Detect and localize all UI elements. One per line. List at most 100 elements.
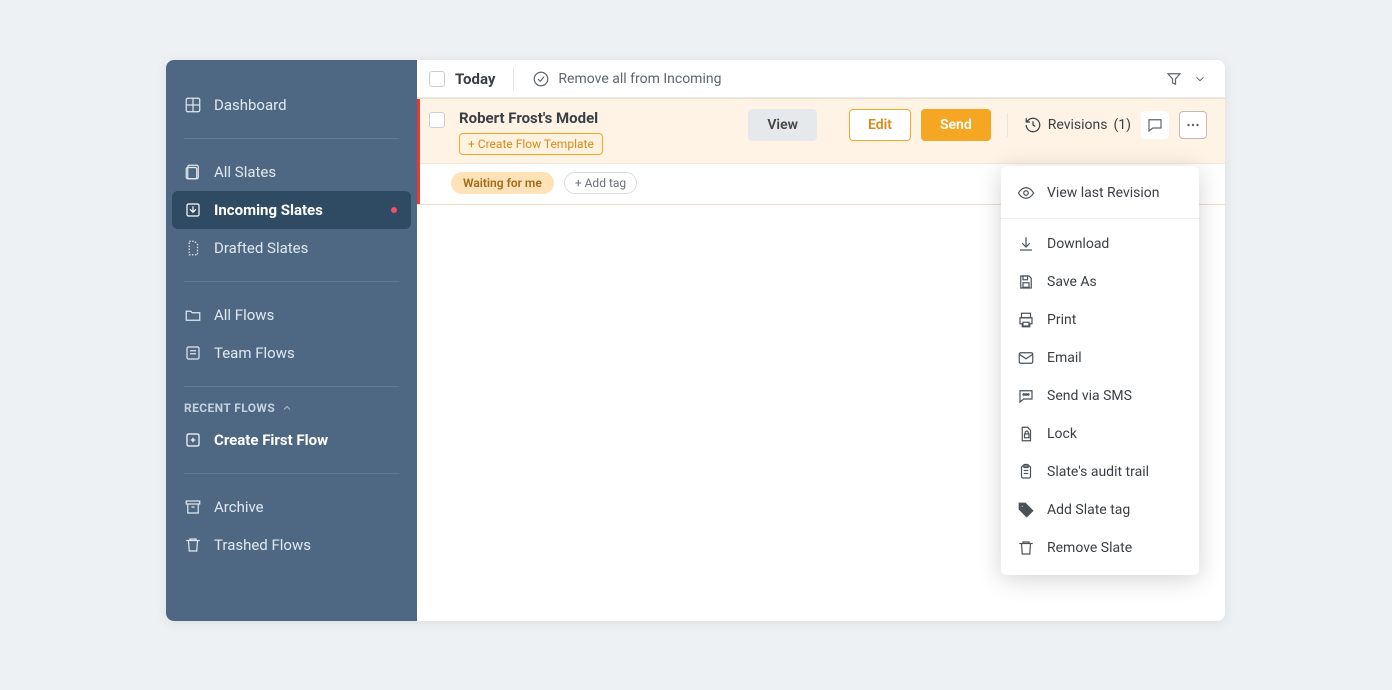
sidebar-item-dashboard[interactable]: Dashboard <box>166 86 417 124</box>
divider <box>184 386 399 387</box>
slate-title[interactable]: Robert Frost's Model <box>459 109 603 127</box>
history-icon <box>1024 116 1042 134</box>
divider <box>1007 113 1008 137</box>
more-button[interactable] <box>1179 111 1207 139</box>
sidebar-item-all-flows[interactable]: All Flows <box>166 296 417 334</box>
dd-label: Add Slate tag <box>1047 502 1130 518</box>
sidebar-item-trashed-flows[interactable]: Trashed Flows <box>166 526 417 564</box>
dd-save-as[interactable]: Save As <box>1001 263 1199 301</box>
dashboard-icon <box>184 96 202 114</box>
sidebar-item-incoming-slates[interactable]: Incoming Slates <box>172 191 411 229</box>
row-checkbox[interactable] <box>429 112 445 128</box>
add-tag-button[interactable]: + Add tag <box>564 172 637 194</box>
revisions-label: Revisions <box>1048 117 1108 133</box>
comment-button[interactable] <box>1141 111 1169 139</box>
clipboard-icon <box>1017 463 1035 481</box>
sidebar-label: All Flows <box>214 306 274 324</box>
sidebar-label: Drafted Slates <box>214 239 308 257</box>
recent-flows-header[interactable]: RECENT FLOWS <box>166 401 417 421</box>
sidebar-item-drafted-slates[interactable]: Drafted Slates <box>166 229 417 267</box>
dd-send-sms[interactable]: Send via SMS <box>1001 377 1199 415</box>
dd-label: View last Revision <box>1047 185 1160 201</box>
dd-label: Download <box>1047 236 1109 252</box>
header-label: RECENT FLOWS <box>184 401 275 415</box>
dd-label: Email <box>1047 350 1082 366</box>
sidebar-item-create-first-flow[interactable]: Create First Flow <box>166 421 417 459</box>
main-content: Today Remove all from Incoming Robert Fr… <box>417 60 1225 621</box>
select-all-checkbox[interactable] <box>429 71 445 87</box>
filter-icon[interactable] <box>1165 70 1183 88</box>
chevron-up-icon <box>281 402 293 414</box>
send-button[interactable]: Send <box>921 109 991 141</box>
dd-label: Lock <box>1047 426 1077 442</box>
comment-icon <box>1146 116 1164 134</box>
edit-button[interactable]: Edit <box>849 109 911 141</box>
sms-icon <box>1017 387 1035 405</box>
divider <box>184 138 399 139</box>
sidebar-label: Trashed Flows <box>214 536 311 554</box>
tag-icon <box>1017 501 1035 519</box>
sidebar-label: Create First Flow <box>214 431 328 449</box>
sidebar-item-all-slates[interactable]: All Slates <box>166 153 417 191</box>
download-icon <box>1017 235 1035 253</box>
sidebar-item-team-flows[interactable]: Team Flows <box>166 334 417 372</box>
save-icon <box>1017 273 1035 291</box>
remove-all-label: Remove all from Incoming <box>558 71 721 87</box>
trash-icon <box>1017 539 1035 557</box>
check-circle-icon <box>532 70 550 88</box>
dd-label: Slate's audit trail <box>1047 464 1149 480</box>
dd-add-slate-tag[interactable]: Add Slate tag <box>1001 491 1199 529</box>
revisions-button[interactable]: Revisions (1) <box>1024 116 1131 134</box>
sidebar: Dashboard All Slates Incoming Slates Dra… <box>166 60 417 621</box>
dd-label: Print <box>1047 312 1076 328</box>
eye-icon <box>1017 184 1035 202</box>
sidebar-label: Incoming Slates <box>214 201 323 219</box>
row-top: Robert Frost's Model + Create Flow Templ… <box>417 99 1225 163</box>
incoming-icon <box>184 201 202 219</box>
team-flows-icon <box>184 344 202 362</box>
dd-audit-trail[interactable]: Slate's audit trail <box>1001 453 1199 491</box>
sidebar-label: Team Flows <box>214 344 295 362</box>
dd-view-last-revision[interactable]: View last Revision <box>1001 174 1199 212</box>
sidebar-label: All Slates <box>214 163 276 181</box>
slates-icon <box>184 163 202 181</box>
topbar-right <box>1165 70 1225 88</box>
row-top-left: Robert Frost's Model + Create Flow Templ… <box>429 109 603 155</box>
remove-all-button[interactable]: Remove all from Incoming <box>532 70 721 88</box>
revisions-count: (1) <box>1113 117 1131 133</box>
row-buttons: View Edit Send Revisions (1) <box>770 109 1207 141</box>
notification-dot <box>391 207 397 213</box>
lock-icon <box>1017 425 1035 443</box>
draft-icon <box>184 239 202 257</box>
folder-icon <box>184 306 202 324</box>
divider <box>184 473 399 474</box>
topbar: Today Remove all from Incoming <box>417 60 1225 98</box>
dd-label: Remove Slate <box>1047 540 1132 556</box>
create-flow-template-chip[interactable]: + Create Flow Template <box>459 133 603 155</box>
divider <box>513 67 514 91</box>
dd-remove-slate[interactable]: Remove Slate <box>1001 529 1199 567</box>
app-window: Dashboard All Slates Incoming Slates Dra… <box>166 60 1225 621</box>
dd-label: Send via SMS <box>1047 388 1132 404</box>
divider <box>184 281 399 282</box>
more-icon <box>1184 116 1202 134</box>
more-dropdown: View last Revision Download Save As Prin… <box>1001 166 1199 575</box>
dd-email[interactable]: Email <box>1001 339 1199 377</box>
view-button[interactable]: View <box>748 109 817 141</box>
sidebar-item-archive[interactable]: Archive <box>166 488 417 526</box>
dd-print[interactable]: Print <box>1001 301 1199 339</box>
trash-icon <box>184 536 202 554</box>
print-icon <box>1017 311 1035 329</box>
title-wrap: Robert Frost's Model + Create Flow Templ… <box>459 109 603 155</box>
sidebar-label: Dashboard <box>214 96 287 114</box>
email-icon <box>1017 349 1035 367</box>
dd-lock[interactable]: Lock <box>1001 415 1199 453</box>
status-badge: Waiting for me <box>451 172 554 194</box>
accent-bar <box>417 99 420 204</box>
divider <box>1001 218 1199 219</box>
create-flow-icon <box>184 431 202 449</box>
sidebar-label: Archive <box>214 498 264 516</box>
dd-label: Save As <box>1047 274 1097 290</box>
chevron-down-icon[interactable] <box>1193 70 1207 88</box>
dd-download[interactable]: Download <box>1001 225 1199 263</box>
